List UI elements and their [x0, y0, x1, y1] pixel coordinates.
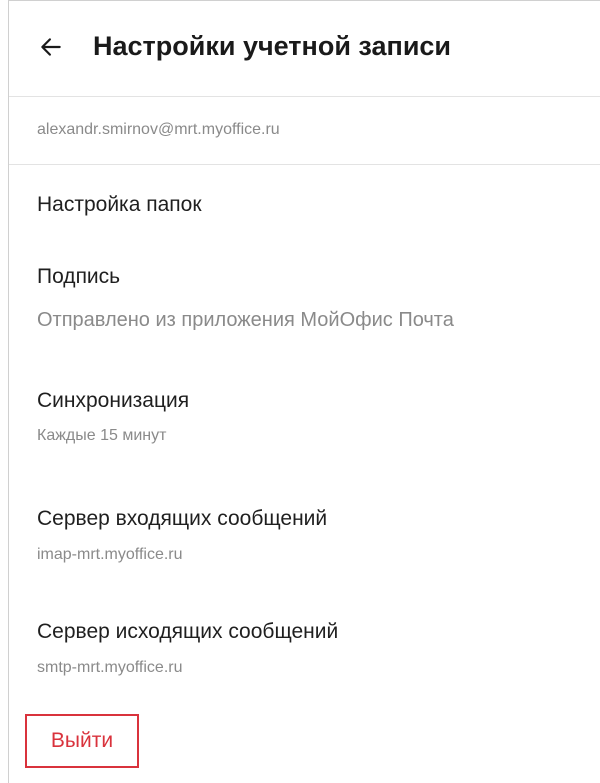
signature-item[interactable]: Подпись Отправлено из приложения МойОфис… [9, 247, 600, 351]
folder-settings-label: Настройка папок [37, 193, 202, 216]
sync-item[interactable]: Синхронизация Каждые 15 минут [9, 371, 600, 469]
outgoing-server-item[interactable]: Сервер исходящих сообщений smtp-mrt.myof… [9, 604, 600, 702]
signature-value: Отправлено из приложения МойОфис Почта [37, 309, 454, 331]
arrow-left-icon [38, 34, 64, 65]
back-button[interactable] [31, 29, 71, 69]
sync-value: Каждые 15 минут [37, 427, 167, 444]
incoming-server-value: imap-mrt.myoffice.ru [37, 546, 183, 563]
incoming-server-item[interactable]: Сервер входящих сообщений imap-mrt.myoff… [9, 491, 600, 589]
outgoing-server-value: smtp-mrt.myoffice.ru [37, 659, 183, 676]
signature-label: Подпись [37, 265, 121, 288]
account-email-row: alexandr.smirnov@mrt.myoffice.ru [9, 97, 600, 165]
incoming-server-label: Сервер входящих сообщений [37, 507, 328, 530]
logout-label: Выйти [50, 729, 114, 752]
app-bar: Настройки учетной записи [9, 1, 600, 97]
sync-label: Синхронизация [37, 389, 190, 412]
account-settings-screen: Настройки учетной записи alexandr.smirno… [8, 0, 600, 783]
folder-settings-item[interactable]: Настройка папок [9, 165, 600, 235]
logout-button[interactable]: Выйти [25, 714, 139, 768]
outgoing-server-label: Сервер исходящих сообщений [37, 620, 339, 643]
account-email: alexandr.smirnov@mrt.myoffice.ru [37, 121, 280, 138]
page-title: Настройки учетной записи [93, 31, 452, 61]
